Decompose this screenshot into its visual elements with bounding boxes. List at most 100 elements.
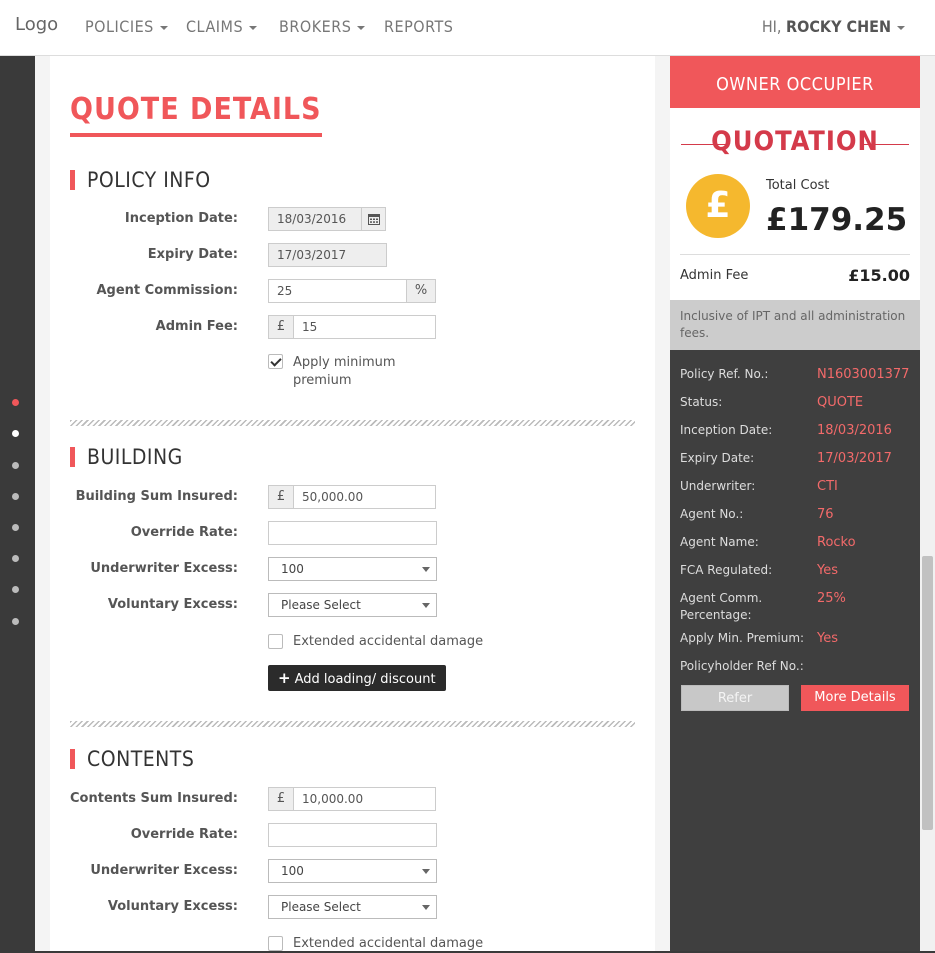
section-dot-8[interactable] [12,618,19,625]
contents-sum-input[interactable]: 10,000.00 [293,787,436,811]
currency-addon: £ [268,485,294,509]
building-uw-excess-value: 100 [281,562,304,576]
section-dot-2[interactable] [12,430,19,437]
apply-min-line-2: premium [293,373,352,388]
dropdown-arrow-icon [422,869,430,874]
expiry-date-value: 17/03/2017 [817,451,892,466]
building-ext-damage-checkbox[interactable] [268,634,283,649]
detail-key: Policy Ref. No.: [680,367,769,381]
building-uw-excess-select[interactable]: 100 [268,557,437,581]
page-title: QUOTE DETAILS [70,92,322,137]
detail-key: Expiry Date: [680,451,755,465]
nav-brokers[interactable]: BROKERS [279,17,366,36]
status-value: QUOTE [817,395,864,410]
detail-key: Inception Date: [680,423,773,437]
agent-name-value: Rocko [817,535,856,550]
refer-button[interactable]: Refer [681,685,789,711]
quotation-summary: QUOTATION £ Total Cost £179.25 Admin Fee… [670,108,920,300]
nav-claims-label: CLAIMS [186,17,244,36]
building-override-rate-input[interactable] [268,521,437,545]
inception-date-value: 18/03/2016 [817,423,892,438]
calendar-icon[interactable] [361,207,386,231]
section-divider [70,420,635,426]
agent-commission-input[interactable]: 25 [268,279,407,303]
quotation-panel: OWNER OCCUPIER INSURANCE QUOTATION £ Tot… [670,56,920,951]
inception-date-input[interactable]: 18/03/2016 [268,207,362,231]
nav-reports[interactable]: REPORTS [384,17,453,36]
contents-sum-label: Contents Sum Insured: [70,791,238,806]
section-nav-rail [0,56,35,951]
admin-fee-input[interactable]: 15 [293,315,436,339]
caret-down-icon [357,25,366,30]
caret-down-icon [897,25,905,30]
contents-vol-excess-label: Voluntary Excess: [107,899,238,914]
detail-key: Agent Comm. Percentage: [680,591,763,622]
section-dot-3[interactable] [12,462,19,469]
contents-uw-excess-value: 100 [281,864,304,878]
section-dot-7[interactable] [12,586,19,593]
building-override-rate-label: Override Rate: [130,525,238,540]
detail-key: FCA Regulated: [680,563,773,577]
panel-header: OWNER OCCUPIER INSURANCE [670,56,920,153]
detail-key: Agent Name: [680,535,759,549]
expiry-date-input[interactable]: 17/03/2017 [268,243,387,267]
left-gutter [35,56,50,951]
inclusive-note: Inclusive of IPT and all administration … [670,300,920,350]
section-title-contents: CONTENTS [70,749,194,770]
contents-vol-excess-value: Please Select [281,900,361,914]
section-dot-6[interactable] [12,555,19,562]
detail-key: Agent No.: [680,507,744,521]
dropdown-arrow-icon [422,603,430,608]
agent-commission-label: Agent Commission: [96,283,238,298]
building-vol-excess-value: Please Select [281,598,361,612]
contents-vol-excess-select[interactable]: Please Select [268,895,437,919]
add-loading-discount-button[interactable]: + Add loading/ discount [268,665,446,691]
divider [680,254,910,255]
section-dot-5[interactable] [12,524,19,531]
contents-ext-damage-label: Extended accidental damage [293,936,484,951]
apply-minimum-premium-label: Apply minimum premium [293,354,396,390]
user-name: ROCKY CHEN [786,17,891,36]
agent-comm-value: 25% [817,591,846,606]
add-loading-discount-label: Add loading/ discount [294,672,436,687]
section-title-building: BUILDING [70,447,183,468]
total-cost-label: Total Cost [766,178,830,193]
percent-addon: % [406,279,436,303]
fca-regulated-value: Yes [817,563,838,578]
scrollbar-thumb[interactable] [922,556,933,830]
nav-policies[interactable]: POLICIES [85,17,168,36]
logo[interactable]: Logo [15,14,58,35]
building-uw-excess-label: Underwriter Excess: [90,561,238,576]
total-cost-value: £179.25 [766,202,908,238]
checkmark-icon [270,355,282,367]
quote-details-card: QUOTE DETAILS POLICY INFO Inception Date… [50,56,655,951]
contents-uw-excess-select[interactable]: 100 [268,859,437,883]
building-sum-input[interactable]: 50,000.00 [293,485,436,509]
apply-min-premium-value: Yes [817,631,838,646]
section-dot-4[interactable] [12,493,19,500]
nav-claims[interactable]: CLAIMS [186,17,258,36]
building-sum-label: Building Sum Insured: [75,489,238,504]
pound-coin-icon: £ [686,174,750,238]
right-gutter [655,56,670,951]
panel-admin-fee-label: Admin Fee [680,268,749,283]
currency-addon: £ [268,315,294,339]
expiry-date-label: Expiry Date: [147,247,238,262]
nav-brokers-label: BROKERS [279,17,352,36]
more-details-button[interactable]: More Details [801,685,909,711]
dropdown-arrow-icon [422,567,430,572]
section-dot-1[interactable] [12,399,19,406]
contents-uw-excess-label: Underwriter Excess: [90,863,238,878]
detail-key: Apply Min. Premium: [680,631,805,645]
top-navbar: Logo POLICIES CLAIMS BROKERS REPORTS HI,… [0,0,935,56]
plus-icon: + [278,669,291,687]
detail-key: Policyholder Ref No.: [680,659,804,673]
user-menu[interactable]: HI, ROCKY CHEN [762,17,905,36]
contents-ext-damage-checkbox[interactable] [268,936,283,951]
apply-minimum-premium-checkbox[interactable] [268,354,283,369]
section-divider [70,721,635,727]
building-vol-excess-select[interactable]: Please Select [268,593,437,617]
greeting: HI, [761,17,782,36]
contents-override-rate-input[interactable] [268,823,437,847]
detail-key: Status: [680,395,723,409]
